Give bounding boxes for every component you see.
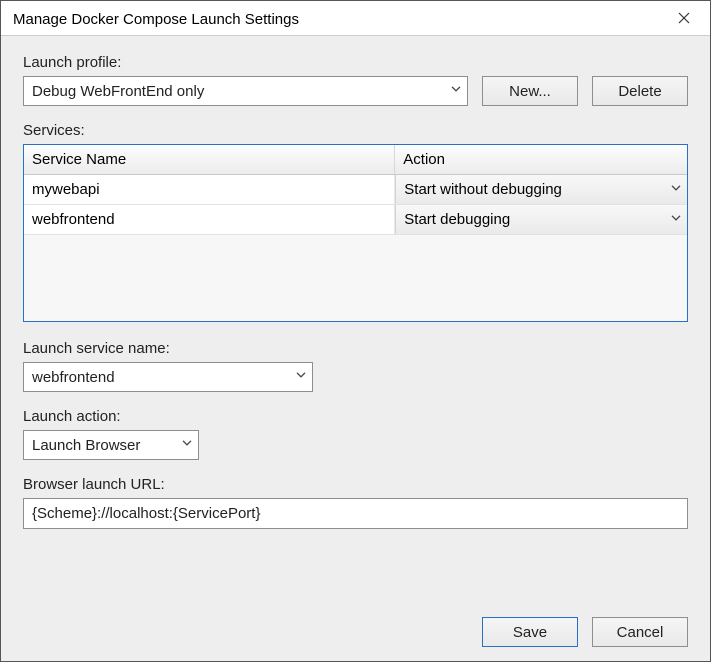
col-header-action[interactable]: Action bbox=[395, 145, 687, 174]
grid-header: Service Name Action bbox=[24, 145, 687, 175]
window-title: Manage Docker Compose Launch Settings bbox=[13, 11, 299, 28]
launch-service-name-label: Launch service name: bbox=[23, 340, 688, 357]
close-icon bbox=[678, 11, 690, 28]
launch-action-value: Launch Browser bbox=[32, 437, 140, 454]
launch-profile-label: Launch profile: bbox=[23, 54, 688, 71]
dialog-window: Manage Docker Compose Launch Settings La… bbox=[0, 0, 711, 662]
table-row[interactable]: mywebapi Start without debugging bbox=[24, 175, 687, 205]
save-button[interactable]: Save bbox=[482, 617, 578, 647]
launch-action-label: Launch action: bbox=[23, 408, 688, 425]
titlebar: Manage Docker Compose Launch Settings bbox=[1, 1, 710, 36]
save-button-label: Save bbox=[513, 624, 547, 641]
launch-action-dropdown[interactable]: Launch Browser bbox=[23, 430, 199, 460]
dialog-footer: Save Cancel bbox=[23, 599, 688, 647]
new-button-label: New... bbox=[509, 83, 551, 100]
close-button[interactable] bbox=[670, 7, 698, 31]
launch-profile-value: Debug WebFrontEnd only bbox=[32, 83, 204, 100]
browser-launch-url-input[interactable] bbox=[23, 498, 688, 529]
services-grid: Service Name Action mywebapi Start witho… bbox=[23, 144, 688, 322]
delete-button-label: Delete bbox=[618, 83, 661, 100]
chevron-down-icon bbox=[671, 179, 681, 196]
service-name-cell: mywebapi bbox=[24, 175, 395, 204]
service-action-dropdown[interactable]: Start without debugging bbox=[395, 175, 687, 204]
new-button[interactable]: New... bbox=[482, 76, 578, 106]
chevron-down-icon bbox=[671, 209, 681, 226]
service-action-value: Start debugging bbox=[404, 211, 510, 228]
profile-row: Debug WebFrontEnd only New... Delete bbox=[23, 76, 688, 106]
cancel-button-label: Cancel bbox=[617, 624, 664, 641]
services-label: Services: bbox=[23, 122, 688, 139]
launch-service-name-dropdown[interactable]: webfrontend bbox=[23, 362, 313, 392]
browser-launch-url-label: Browser launch URL: bbox=[23, 476, 688, 493]
service-action-value: Start without debugging bbox=[404, 181, 562, 198]
chevron-down-icon bbox=[296, 367, 306, 384]
delete-button[interactable]: Delete bbox=[592, 76, 688, 106]
table-row[interactable]: webfrontend Start debugging bbox=[24, 205, 687, 235]
service-action-dropdown[interactable]: Start debugging bbox=[395, 205, 687, 234]
cancel-button[interactable]: Cancel bbox=[592, 617, 688, 647]
dialog-content: Launch profile: Debug WebFrontEnd only N… bbox=[1, 36, 710, 661]
col-header-service-name[interactable]: Service Name bbox=[24, 145, 395, 174]
service-name-cell: webfrontend bbox=[24, 205, 395, 234]
launch-service-name-value: webfrontend bbox=[32, 369, 115, 386]
chevron-down-icon bbox=[182, 435, 192, 452]
chevron-down-icon bbox=[451, 81, 461, 98]
launch-profile-dropdown[interactable]: Debug WebFrontEnd only bbox=[23, 76, 468, 106]
